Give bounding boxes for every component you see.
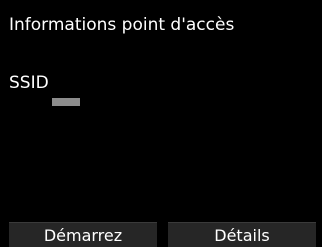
page-title: Informations point d'accès [9,15,235,35]
start-button[interactable]: Démarrez [9,222,157,247]
ssid-value-masked [52,98,80,106]
ssid-label: SSID [9,73,49,93]
lcd-screen: Informations point d'accès SSID Démarrez… [0,0,322,247]
details-button[interactable]: Détails [168,222,316,247]
